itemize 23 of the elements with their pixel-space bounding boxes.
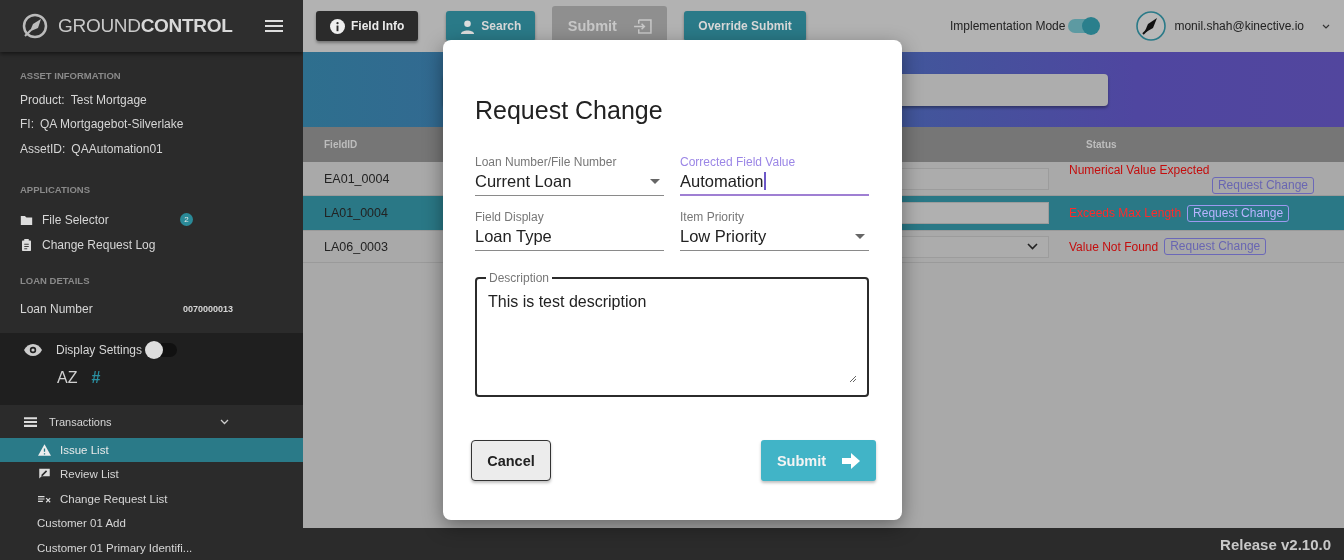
table-cell: LA01_0004 bbox=[324, 206, 388, 220]
info-value: Test Mortgage bbox=[70, 92, 147, 109]
section-heading: APPLICATIONS bbox=[20, 184, 92, 195]
info-label: FI: bbox=[20, 117, 34, 133]
count-badge: 2 bbox=[180, 213, 193, 226]
dialog-title: Request Change bbox=[475, 96, 664, 125]
info-value: QA Mortgagebot-Silverlake bbox=[40, 117, 184, 133]
info-label: Product: bbox=[20, 92, 65, 109]
table-cell: LA06_0003 bbox=[324, 239, 388, 254]
status-text: Value Not Found bbox=[1069, 239, 1159, 254]
mode-label: Implementation Mode bbox=[950, 19, 1066, 33]
status-text: Numerical Value Expected bbox=[1069, 163, 1210, 177]
info-value: QAAutomation01 bbox=[71, 141, 163, 158]
release-version: Release v2.10.0 bbox=[1220, 535, 1331, 553]
section-heading: LOAN DETAILS bbox=[20, 275, 91, 286]
info-label: AssetID: bbox=[20, 141, 66, 158]
settings-label: Display Settings bbox=[56, 343, 143, 357]
info-value: 0070000013 bbox=[182, 304, 233, 314]
table-cell: EA01_0004 bbox=[324, 171, 390, 186]
status-text: Exceeds Max Length bbox=[1069, 206, 1182, 220]
brand-name: GROUNDCONTROL bbox=[58, 14, 234, 37]
info-label: Loan Number bbox=[20, 302, 93, 316]
section-heading: ASSET INFORMATION bbox=[20, 69, 122, 81]
